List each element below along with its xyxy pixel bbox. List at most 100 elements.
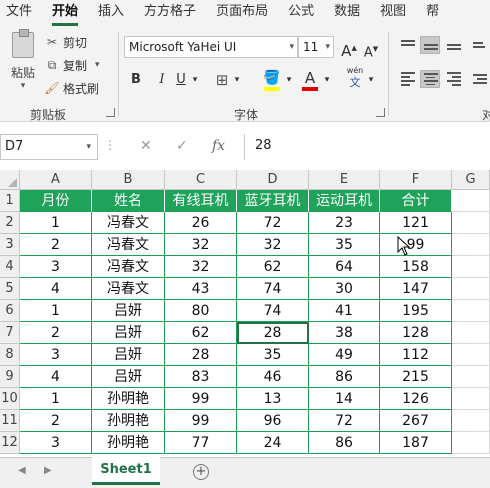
table-cell[interactable]: 99	[380, 234, 452, 256]
cancel-icon[interactable]: ✕	[140, 138, 152, 154]
paste-button[interactable]: 粘贴 ▾	[6, 29, 40, 92]
table-cell[interactable]: 24	[237, 432, 309, 454]
column-header[interactable]: C	[165, 170, 237, 190]
column-header[interactable]: D	[237, 170, 309, 190]
shrink-font-button[interactable]: A▼	[362, 39, 380, 60]
chevron-down-icon[interactable]: ▾	[322, 70, 332, 90]
empty-cell[interactable]	[452, 278, 490, 300]
table-cell[interactable]: 1	[20, 300, 92, 322]
ribbon-tab[interactable]: 页面布局	[216, 0, 268, 26]
table-cell[interactable]: 112	[380, 344, 452, 366]
row-header[interactable]: 12	[0, 432, 20, 454]
format-painter-button[interactable]: 🖌 格式刷	[44, 78, 99, 98]
table-cell[interactable]: 74	[237, 300, 309, 322]
column-header[interactable]: G	[452, 170, 490, 190]
table-cell[interactable]: 86	[309, 432, 380, 454]
table-cell[interactable]: 3	[20, 256, 92, 278]
table-cell[interactable]: 冯春文	[92, 212, 165, 234]
dialog-launcher-icon[interactable]	[376, 108, 385, 117]
enter-icon[interactable]: ✓	[176, 138, 188, 154]
column-header[interactable]: E	[309, 170, 380, 190]
table-cell[interactable]: 3	[20, 432, 92, 454]
row-header[interactable]: 7	[0, 322, 20, 344]
row-header[interactable]: 9	[0, 366, 20, 388]
chevron-down-icon[interactable]: ▾	[366, 70, 376, 90]
header-cell[interactable]: 运动耳机	[309, 190, 380, 212]
ribbon-tab[interactable]: 视图	[380, 0, 406, 26]
table-cell[interactable]: 121	[380, 212, 452, 234]
table-cell[interactable]: 99	[165, 388, 237, 410]
table-cell[interactable]: 吕妍	[92, 300, 165, 322]
table-cell[interactable]: 72	[237, 212, 309, 234]
empty-cell[interactable]	[452, 410, 490, 432]
table-cell[interactable]: 74	[237, 278, 309, 300]
table-cell[interactable]: 1	[20, 212, 92, 234]
table-cell[interactable]: 126	[380, 388, 452, 410]
table-cell[interactable]: 28	[237, 322, 309, 344]
row-header[interactable]: 3	[0, 234, 20, 256]
ribbon-tab[interactable]: 方方格子	[144, 0, 196, 26]
table-cell[interactable]: 35	[237, 344, 309, 366]
dialog-launcher-icon[interactable]	[106, 108, 115, 117]
chevron-down-icon[interactable]: ▾	[232, 70, 242, 90]
empty-cell[interactable]	[452, 300, 490, 322]
row-header[interactable]: 1	[0, 190, 20, 212]
table-cell[interactable]: 86	[309, 366, 380, 388]
row-header[interactable]: 4	[0, 256, 20, 278]
copy-button[interactable]: ⧉ 复制 ▾	[44, 55, 100, 75]
font-size-select[interactable]: 11 ▾	[298, 36, 334, 58]
empty-cell[interactable]	[452, 212, 490, 234]
table-cell[interactable]: 62	[165, 322, 237, 344]
row-header[interactable]: 6	[0, 300, 20, 322]
table-cell[interactable]: 32	[165, 234, 237, 256]
table-cell[interactable]: 38	[309, 322, 380, 344]
cut-button[interactable]: ✂ 剪切	[44, 32, 87, 52]
table-cell[interactable]: 46	[237, 366, 309, 388]
table-cell[interactable]: 吕妍	[92, 366, 165, 388]
font-color-icon[interactable]: A	[302, 68, 318, 88]
scroll-left-icon[interactable]: ◀	[18, 465, 26, 476]
sheet-tab[interactable]: Sheet1	[92, 457, 160, 485]
row-header[interactable]: 11	[0, 410, 20, 432]
empty-cell[interactable]	[452, 344, 490, 366]
row-header[interactable]: 8	[0, 344, 20, 366]
table-cell[interactable]: 吕妍	[92, 344, 165, 366]
table-cell[interactable]: 215	[380, 366, 452, 388]
formula-input[interactable]: 28	[244, 134, 490, 160]
header-cell[interactable]: 合计	[380, 190, 452, 212]
table-cell[interactable]: 41	[309, 300, 380, 322]
table-cell[interactable]: 99	[165, 410, 237, 432]
table-cell[interactable]: 2	[20, 322, 92, 344]
name-box[interactable]: D7 ▾	[0, 134, 98, 160]
empty-cell[interactable]	[452, 388, 490, 410]
select-all-button[interactable]	[0, 170, 20, 190]
table-cell[interactable]: 195	[380, 300, 452, 322]
table-cell[interactable]: 冯春文	[92, 278, 165, 300]
table-cell[interactable]: 3	[20, 344, 92, 366]
header-cell[interactable]: 有线耳机	[165, 190, 237, 212]
chevron-down-icon[interactable]: ▾	[190, 70, 200, 90]
table-cell[interactable]: 23	[309, 212, 380, 234]
table-cell[interactable]: 96	[237, 410, 309, 432]
empty-cell[interactable]	[452, 322, 490, 344]
empty-cell[interactable]	[452, 234, 490, 256]
table-cell[interactable]: 72	[309, 410, 380, 432]
table-cell[interactable]: 26	[165, 212, 237, 234]
underline-button[interactable]: U	[174, 70, 188, 90]
table-cell[interactable]: 孙明艳	[92, 388, 165, 410]
bold-button[interactable]: B	[128, 70, 144, 90]
header-cell[interactable]: 月份	[20, 190, 92, 212]
align-bottom-icon[interactable]	[444, 36, 464, 54]
italic-button[interactable]: I	[154, 70, 170, 90]
font-name-select[interactable]: Microsoft YaHei UI ▾	[124, 36, 298, 58]
empty-cell[interactable]	[452, 366, 490, 388]
row-header[interactable]: 2	[0, 212, 20, 234]
align-left-icon[interactable]	[398, 70, 418, 88]
row-header[interactable]: 10	[0, 388, 20, 410]
table-cell[interactable]: 1	[20, 388, 92, 410]
table-cell[interactable]: 13	[237, 388, 309, 410]
table-cell[interactable]: 158	[380, 256, 452, 278]
table-cell[interactable]: 4	[20, 278, 92, 300]
borders-icon[interactable]: ⊞	[212, 70, 232, 90]
table-cell[interactable]: 32	[237, 234, 309, 256]
